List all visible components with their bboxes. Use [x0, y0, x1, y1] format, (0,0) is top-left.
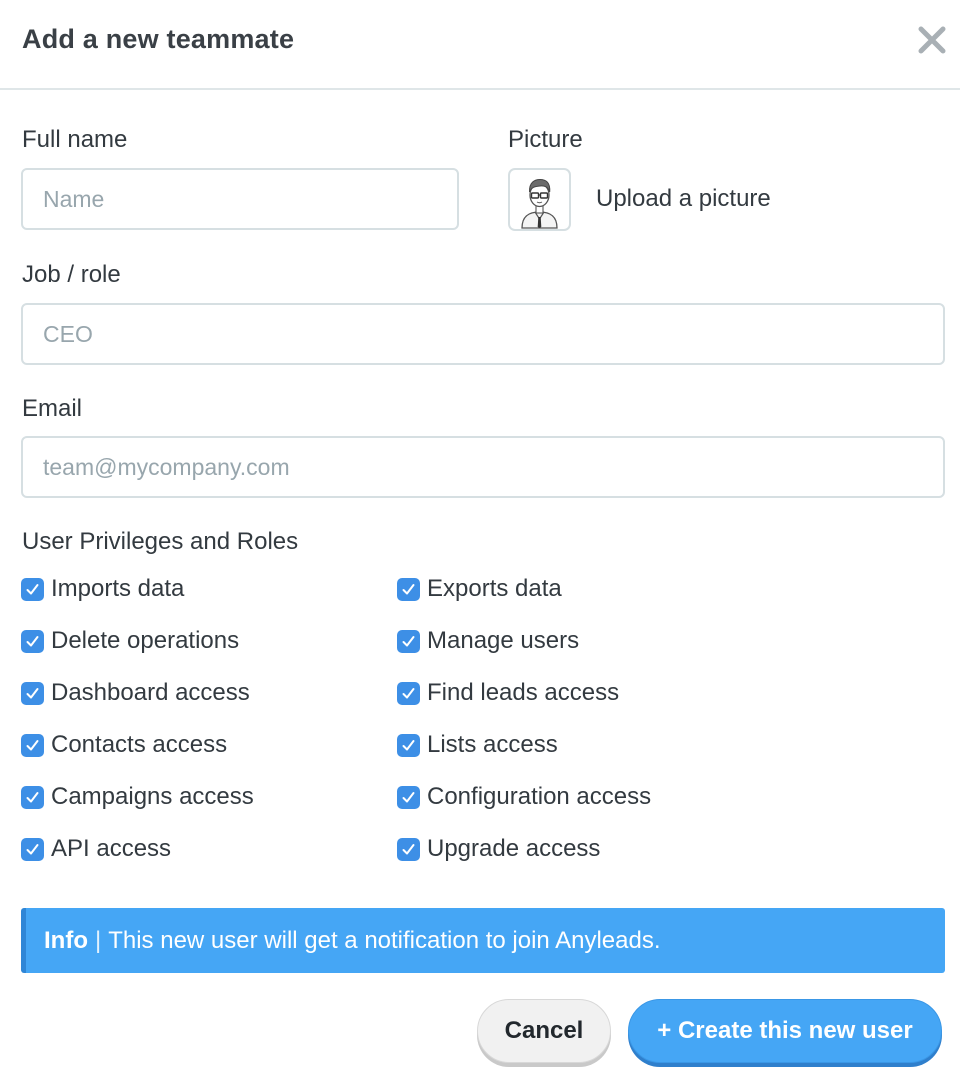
full-name-input[interactable]: [21, 168, 459, 230]
info-banner: Info | This new user will get a notifica…: [21, 908, 945, 973]
job-role-input[interactable]: [21, 303, 945, 365]
info-separator: |: [94, 926, 102, 954]
privilege-label: Contacts access: [51, 731, 228, 758]
privilege-label: API access: [51, 835, 172, 862]
cancel-button[interactable]: Cancel: [477, 999, 611, 1063]
picture-label: Picture: [508, 126, 583, 153]
privilege-dashboard-access[interactable]: Dashboard access: [21, 679, 250, 707]
info-message: This new user will get a notification to…: [108, 926, 661, 954]
dialog-title: Add a new teammate: [22, 24, 295, 54]
close-icon[interactable]: [914, 22, 950, 58]
checkbox-checked-icon[interactable]: [397, 629, 420, 653]
checkbox-checked-icon[interactable]: [21, 837, 44, 861]
privilege-label: Dashboard access: [51, 679, 250, 706]
checkbox-checked-icon[interactable]: [21, 577, 44, 601]
privilege-campaigns-access[interactable]: Campaigns access: [21, 783, 254, 811]
checkbox-checked-icon[interactable]: [21, 681, 44, 705]
privilege-lists-access[interactable]: Lists access: [397, 731, 558, 759]
info-label: Info: [44, 926, 88, 954]
privilege-imports-data[interactable]: Imports data: [21, 575, 184, 603]
checkbox-checked-icon[interactable]: [21, 629, 44, 653]
privilege-label: Upgrade access: [427, 835, 601, 862]
email-label: Email: [22, 395, 83, 422]
privilege-manage-users[interactable]: Manage users: [397, 627, 579, 655]
avatar[interactable]: [508, 168, 571, 231]
privilege-exports-data[interactable]: Exports data: [397, 575, 562, 603]
dialog-header: Add a new teammate: [0, 0, 960, 90]
privilege-api-access[interactable]: API access: [21, 835, 171, 863]
privilege-label: Configuration access: [427, 783, 652, 810]
upload-picture-link[interactable]: Upload a picture: [596, 185, 771, 213]
checkbox-checked-icon[interactable]: [397, 681, 420, 705]
privilege-label: Manage users: [427, 627, 580, 654]
privilege-label: Find leads access: [427, 679, 620, 706]
privilege-delete-operations[interactable]: Delete operations: [21, 627, 239, 655]
privileges-heading: User Privileges and Roles: [22, 528, 299, 555]
privilege-label: Delete operations: [51, 627, 240, 654]
checkbox-checked-icon[interactable]: [397, 733, 420, 757]
privilege-upgrade-access[interactable]: Upgrade access: [397, 835, 600, 863]
avatar-placeholder-icon: [521, 178, 558, 229]
email-input[interactable]: [21, 436, 945, 498]
privilege-contacts-access[interactable]: Contacts access: [21, 731, 227, 759]
checkbox-checked-icon[interactable]: [21, 733, 44, 757]
full-name-label: Full name: [22, 126, 128, 153]
checkbox-checked-icon[interactable]: [397, 837, 420, 861]
privilege-label: Campaigns access: [51, 783, 254, 810]
checkbox-checked-icon[interactable]: [21, 785, 44, 809]
job-role-label: Job / role: [22, 261, 121, 288]
create-user-button[interactable]: + Create this new user: [628, 999, 942, 1063]
checkbox-checked-icon[interactable]: [397, 577, 420, 601]
privilege-label: Lists access: [427, 731, 558, 758]
privilege-label: Imports data: [51, 575, 185, 602]
privilege-find-leads-access[interactable]: Find leads access: [397, 679, 619, 707]
privilege-configuration-access[interactable]: Configuration access: [397, 783, 651, 811]
checkbox-checked-icon[interactable]: [397, 785, 420, 809]
privilege-label: Exports data: [427, 575, 562, 602]
